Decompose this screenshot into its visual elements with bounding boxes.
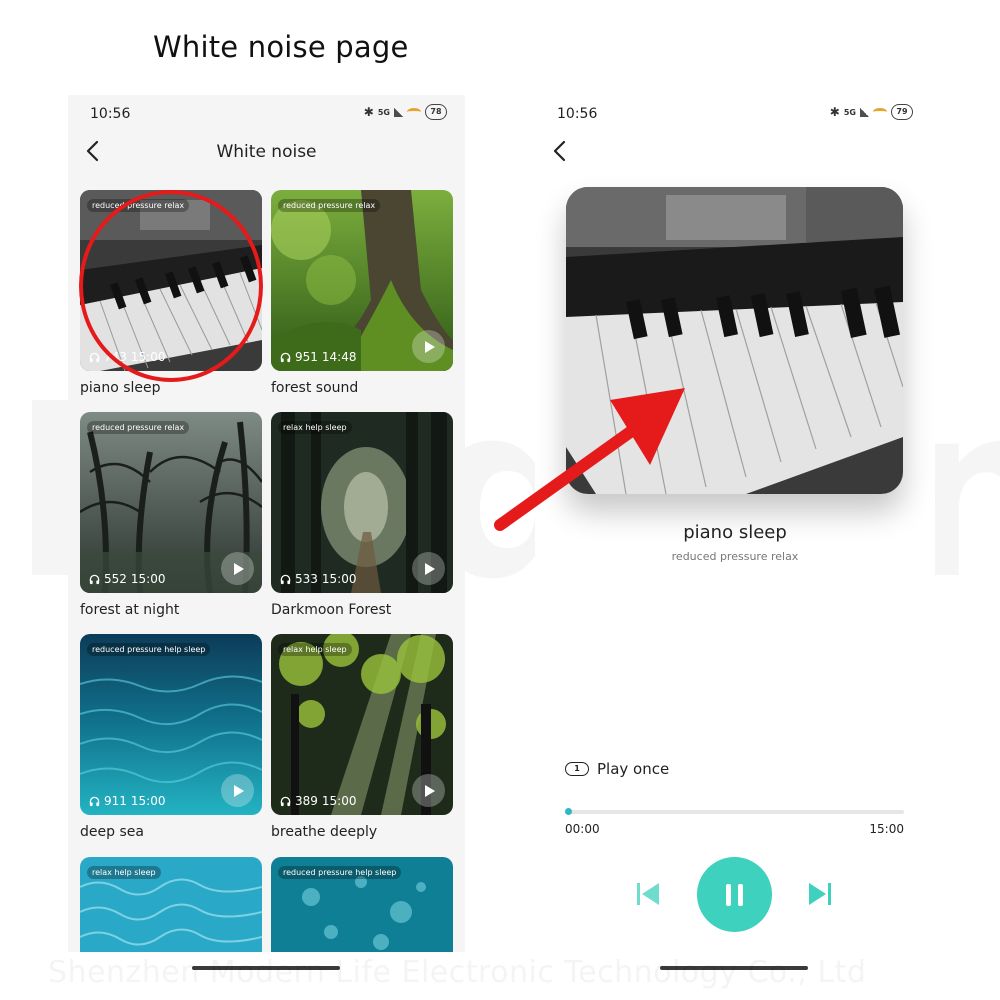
play-icon: [425, 340, 435, 353]
play-button[interactable]: [221, 552, 254, 585]
play-icon: [234, 784, 244, 797]
status-time: 10:56: [90, 106, 131, 122]
track-subtitle: reduced pressure relax: [671, 550, 799, 563]
pause-button[interactable]: [697, 857, 772, 932]
pause-icon-bar: [726, 883, 731, 906]
progress-knob[interactable]: [565, 808, 572, 815]
sound-thumbnail: reduced pressure help sleep 911 15:00: [80, 634, 262, 815]
play-icon: [425, 784, 435, 797]
sound-thumbnail: reduced pressure relax 552 15:00: [80, 412, 262, 593]
sound-tag: relax help sleep: [278, 643, 352, 656]
signal-label: 5G: [377, 107, 390, 117]
duration: 15:00: [321, 572, 357, 586]
sound-card-deep-sea[interactable]: reduced pressure help sleep 911 15:00 de…: [80, 634, 262, 840]
headphones-icon: [280, 796, 291, 806]
play-count: 552: [104, 572, 127, 586]
repeat-once-icon: 1: [565, 762, 589, 776]
play-button[interactable]: [412, 774, 445, 807]
play-count: 911: [104, 794, 127, 808]
signal-bars-icon: [860, 107, 869, 117]
battery-icon: 79: [891, 104, 913, 120]
sound-stats: 951 14:48: [280, 350, 357, 364]
battery-icon: 78: [425, 104, 447, 120]
bluetooth-icon: ✱: [829, 105, 840, 119]
duration: 15:00: [130, 572, 166, 586]
sound-card-darkmoon-forest[interactable]: relax help sleep 533 15:00 Darkmoon Fore…: [271, 412, 453, 618]
sound-thumbnail: relax help sleep: [80, 857, 262, 952]
play-button[interactable]: [412, 552, 445, 585]
sound-thumbnail: reduced pressure relax 951 14:48: [271, 190, 453, 371]
sound-thumbnail: relax help sleep 389 15:00: [271, 634, 453, 815]
progress-bar[interactable]: [565, 808, 904, 815]
status-time: 10:56: [557, 106, 598, 122]
highlight-circle-annotation: [79, 190, 263, 382]
sound-tag: reduced pressure help sleep: [278, 866, 402, 879]
sound-thumbnail: relax help sleep 533 15:00: [271, 412, 453, 593]
sound-stats: 552 15:00: [89, 572, 166, 586]
play-button[interactable]: [221, 774, 254, 807]
play-count: 389: [295, 794, 318, 808]
sound-card-breathe-deeply[interactable]: relax help sleep 389 15:00 breathe deepl…: [271, 634, 453, 840]
headphones-icon: [89, 796, 100, 806]
sound-card-forest-sound[interactable]: reduced pressure relax 951 14:48 forest …: [271, 190, 453, 396]
headphones-icon: [280, 574, 291, 584]
sound-label: piano sleep: [80, 380, 161, 396]
wifi-icon: [407, 108, 421, 116]
sound-label: breathe deeply: [271, 824, 378, 840]
sound-card-bubbles[interactable]: reduced pressure help sleep: [271, 857, 453, 952]
sound-tag: reduced pressure relax: [278, 199, 381, 212]
sound-label: deep sea: [80, 824, 144, 840]
signal-bars-icon: [394, 107, 403, 117]
duration: 15:00: [321, 794, 357, 808]
play-mode-toggle[interactable]: 1 Play once: [565, 760, 669, 778]
sound-stats: 533 15:00: [280, 572, 357, 586]
signal-label: 5G: [843, 107, 856, 117]
headphones-icon: [89, 352, 100, 362]
page-title: White noise: [216, 142, 317, 162]
pause-icon-bar: [738, 883, 743, 906]
red-arrow-annotation: [494, 388, 685, 531]
play-button[interactable]: [412, 330, 445, 363]
play-count: 951: [295, 350, 318, 364]
bluetooth-icon: ✱: [363, 105, 374, 119]
next-track-icon[interactable]: [807, 881, 833, 907]
home-indicator-right: [660, 966, 808, 970]
headphones-icon: [280, 352, 291, 362]
page-heading: White noise page: [153, 30, 409, 64]
sound-label: forest sound: [271, 380, 359, 396]
sound-stats: 389 15:00: [280, 794, 357, 808]
sound-tag: relax help sleep: [87, 866, 161, 879]
sound-tag: relax help sleep: [278, 421, 352, 434]
status-icons: ✱ 5G 79: [830, 104, 913, 120]
home-indicator-left: [192, 966, 340, 970]
duration: 14:48: [321, 350, 357, 364]
previous-track-icon[interactable]: [635, 881, 661, 907]
current-time: 00:00: [565, 822, 600, 836]
sound-card-pool[interactable]: relax help sleep: [80, 857, 262, 952]
footer-watermark: Shenzhen Modern Life Electronic Technolo…: [48, 955, 866, 990]
total-time: 15:00: [869, 822, 904, 836]
wifi-icon: [873, 108, 887, 116]
sound-card-forest-at-night[interactable]: reduced pressure relax 552 15:00 forest …: [80, 412, 262, 618]
sound-tag: reduced pressure relax: [87, 421, 190, 434]
play-icon: [425, 562, 435, 575]
sound-label: forest at night: [80, 602, 180, 618]
sound-tag: reduced pressure help sleep: [87, 643, 211, 656]
play-count: 533: [295, 572, 318, 586]
sound-stats: 911 15:00: [89, 794, 166, 808]
status-icons: ✱ 5G 78: [364, 104, 447, 120]
sound-thumbnail: reduced pressure help sleep: [271, 857, 453, 952]
play-icon: [234, 562, 244, 575]
duration: 15:00: [130, 794, 166, 808]
back-arrow-icon[interactable]: [552, 140, 568, 162]
sound-label: Darkmoon Forest: [271, 602, 392, 618]
headphones-icon: [89, 574, 100, 584]
play-mode-label: Play once: [597, 760, 670, 778]
